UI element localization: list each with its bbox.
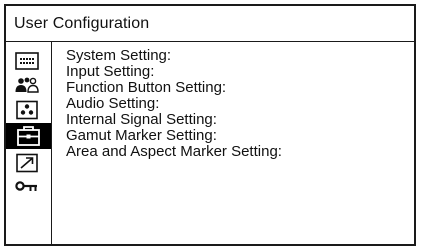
- user-configuration-window: User Configuration System Setting: Input…: [4, 4, 416, 246]
- menu-item-function-button-setting[interactable]: Function Button Setting:: [66, 80, 282, 96]
- key-icon[interactable]: [12, 176, 42, 196]
- menu-item-input-setting[interactable]: Input Setting:: [66, 64, 282, 80]
- settings-menu: System Setting: Input Setting: Function …: [66, 48, 282, 160]
- arrow-up-right-icon[interactable]: [12, 153, 42, 173]
- menu-item-gamut-marker-setting[interactable]: Gamut Marker Setting:: [66, 128, 282, 144]
- menu-item-internal-signal-setting[interactable]: Internal Signal Setting:: [66, 112, 282, 128]
- menu-item-audio-setting[interactable]: Audio Setting:: [66, 96, 282, 112]
- title-bar: User Configuration: [6, 6, 414, 42]
- category-sidebar: [6, 42, 52, 244]
- users-icon[interactable]: [12, 75, 42, 95]
- function-button-icon[interactable]: [12, 100, 42, 120]
- menu-item-system-setting[interactable]: System Setting:: [66, 48, 282, 64]
- toolbox-icon[interactable]: [6, 123, 51, 149]
- display-settings-icon[interactable]: [12, 51, 42, 71]
- menu-item-area-aspect-marker-setting[interactable]: Area and Aspect Marker Setting:: [66, 144, 282, 160]
- page-title: User Configuration: [14, 15, 150, 32]
